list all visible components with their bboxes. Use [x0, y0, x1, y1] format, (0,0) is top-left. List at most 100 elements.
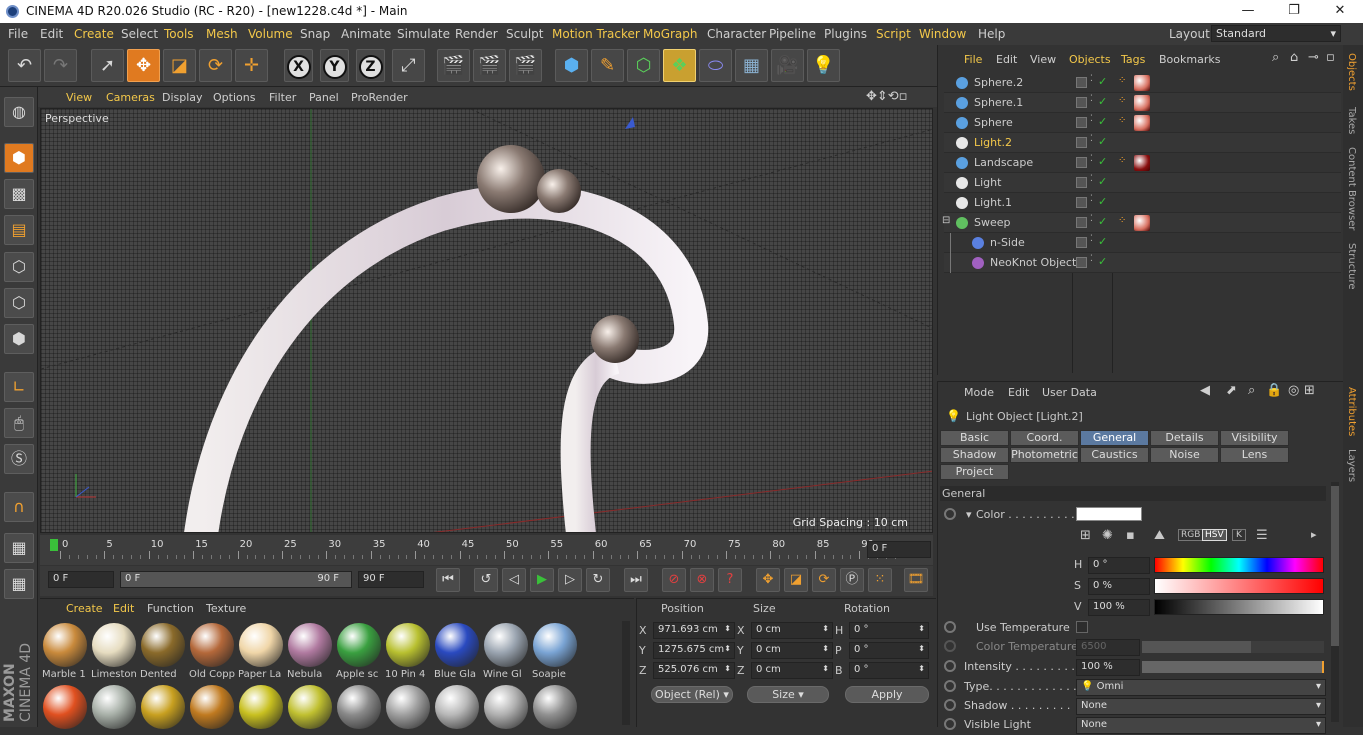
material-item-row2[interactable]: [141, 685, 185, 729]
stepper-icon[interactable]: ⬍: [724, 664, 731, 673]
hsv-mode-button[interactable]: HSV: [1202, 529, 1227, 541]
object-row[interactable]: Sphere.2 ⁚ ✓ ⁘: [944, 73, 1341, 93]
playhead-marker[interactable]: [50, 539, 58, 551]
layer-toggle[interactable]: [1076, 137, 1087, 148]
pen-spline-button[interactable]: ✎: [591, 49, 624, 82]
phong-tag-icon[interactable]: ⁘: [1118, 75, 1126, 86]
tweak-mode-icon[interactable]: 🖱: [4, 408, 34, 438]
type-animate-radio[interactable]: [944, 680, 956, 692]
menu-script[interactable]: Script: [876, 27, 911, 41]
camera-object-button[interactable]: 🎥: [771, 49, 804, 82]
om-menu-edit[interactable]: Edit: [996, 53, 1017, 66]
solo-mode-icon[interactable]: Ⓢ: [4, 444, 34, 474]
om-menu-tags[interactable]: Tags: [1121, 53, 1145, 66]
material-item-row2[interactable]: [190, 685, 234, 729]
key-position-button[interactable]: ✥: [756, 568, 780, 592]
points-mode-icon[interactable]: ⬡: [4, 252, 34, 282]
key-scale-button[interactable]: ◪: [784, 568, 808, 592]
shadow-select[interactable]: None ▾: [1076, 698, 1326, 715]
tab-coord[interactable]: Coord.: [1010, 430, 1079, 446]
am-target-icon[interactable]: ◎: [1288, 383, 1299, 398]
material-item[interactable]: Old Copper: [189, 621, 235, 681]
viewport-menu-view[interactable]: View: [66, 91, 92, 104]
intensity-slider[interactable]: [1142, 661, 1324, 673]
record-active-objects-button[interactable]: ⊘: [662, 568, 686, 592]
coord-field-pos[interactable]: 1275.675 cm ⬍: [653, 642, 735, 659]
am-lock-icon[interactable]: 🔒: [1266, 383, 1282, 398]
maximize-button[interactable]: ❐: [1271, 0, 1317, 23]
locked-workplane-icon[interactable]: ▦: [4, 569, 34, 599]
visibility-dots-icon[interactable]: ⁚: [1090, 234, 1093, 244]
enabled-check-icon[interactable]: ✓: [1098, 75, 1107, 88]
object-row[interactable]: Light ⁚ ✓: [944, 173, 1341, 193]
transform-tool-button[interactable]: ✛: [235, 49, 268, 82]
apply-button[interactable]: Apply: [845, 686, 929, 703]
start-frame-field[interactable]: 0 F: [48, 571, 114, 588]
menu-simulate[interactable]: Simulate: [397, 27, 450, 41]
om-home-icon[interactable]: ⌂: [1290, 50, 1298, 65]
next-key-button[interactable]: ↻: [586, 568, 610, 592]
color-expand-icon[interactable]: ▾: [966, 508, 972, 521]
viewport-nav-icons[interactable]: ✥⇕⟲▫: [866, 89, 908, 104]
enabled-check-icon[interactable]: ✓: [1098, 255, 1107, 268]
am-new-icon[interactable]: ⊞: [1304, 383, 1315, 398]
material-item-row2[interactable]: [288, 685, 332, 729]
x-axis-lock-button[interactable]: X: [284, 49, 313, 82]
z-axis-lock-button[interactable]: Z: [356, 49, 385, 82]
material-tag[interactable]: [1134, 95, 1150, 111]
make-editable-icon[interactable]: ◍: [4, 97, 34, 127]
render-view-button[interactable]: 🎬: [437, 49, 470, 82]
material-item-row2[interactable]: [533, 685, 577, 729]
color-temperature-animate-radio[interactable]: [944, 640, 956, 652]
next-frame-button[interactable]: ▷: [558, 568, 582, 592]
key-pla-button[interactable]: ⁙: [868, 568, 892, 592]
menu-volume[interactable]: Volume: [248, 27, 293, 41]
stepper-icon[interactable]: ⬍: [724, 624, 731, 633]
am-menu-mode[interactable]: Mode: [964, 386, 994, 399]
layer-toggle[interactable]: [1076, 157, 1087, 168]
side-tab-content-browser[interactable]: Content Browser: [1346, 147, 1357, 230]
autokeying-button[interactable]: ⊗: [690, 568, 714, 592]
coord-field-rot[interactable]: 0 ° ⬍: [849, 662, 929, 679]
menu-character[interactable]: Character: [707, 27, 766, 41]
visible-light-select[interactable]: None ▾: [1076, 717, 1326, 734]
intensity-field[interactable]: 100 %: [1076, 659, 1140, 676]
render-settings-button[interactable]: 🎬: [509, 49, 542, 82]
visibility-dots-icon[interactable]: ⁚: [1090, 154, 1093, 164]
enabled-check-icon[interactable]: ✓: [1098, 95, 1107, 108]
material-item[interactable]: 10 Pin 4: [385, 621, 431, 681]
material-item[interactable]: Marble 1: [42, 621, 88, 681]
material-item[interactable]: Soapie: [532, 621, 578, 681]
material-item[interactable]: Apple sc: [336, 621, 382, 681]
stepper-icon[interactable]: ⬍: [918, 664, 925, 673]
minimize-button[interactable]: —: [1225, 0, 1271, 23]
material-item[interactable]: Dented: [140, 621, 186, 681]
axis-mode-icon[interactable]: ∟: [4, 372, 34, 402]
expand-toggle-icon[interactable]: ⊟: [942, 215, 950, 226]
sphere-1-object[interactable]: [537, 169, 581, 213]
color-picker-icon[interactable]: ⛰: [1154, 528, 1165, 543]
enabled-check-icon[interactable]: ✓: [1098, 235, 1107, 248]
visibility-dots-icon[interactable]: ⁚: [1090, 174, 1093, 184]
enabled-check-icon[interactable]: ✓: [1098, 115, 1107, 128]
color-image-icon[interactable]: ▪: [1126, 528, 1135, 543]
layer-toggle[interactable]: [1076, 117, 1087, 128]
menu-file[interactable]: File: [8, 27, 28, 41]
side-tab-layers[interactable]: Layers: [1346, 449, 1357, 482]
coord-field-rot[interactable]: 0 ° ⬍: [849, 642, 929, 659]
scale-tool-button[interactable]: ◪: [163, 49, 196, 82]
object-row[interactable]: Light.2 ⁚ ✓: [944, 133, 1341, 153]
enabled-check-icon[interactable]: ✓: [1098, 195, 1107, 208]
tab-noise[interactable]: Noise: [1150, 447, 1219, 463]
shadow-animate-radio[interactable]: [944, 699, 956, 711]
material-item-row2[interactable]: [386, 685, 430, 729]
tab-visibility[interactable]: Visibility: [1220, 430, 1289, 446]
tab-general[interactable]: General: [1080, 430, 1149, 446]
layer-toggle[interactable]: [1076, 177, 1087, 188]
am-menu-edit[interactable]: Edit: [1008, 386, 1029, 399]
use-temperature-checkbox[interactable]: [1076, 621, 1088, 633]
saturation-slider[interactable]: [1154, 578, 1324, 594]
use-temperature-animate-radio[interactable]: [944, 621, 956, 633]
om-menu-view[interactable]: View: [1030, 53, 1056, 66]
texture-mode-icon[interactable]: ▩: [4, 179, 34, 209]
